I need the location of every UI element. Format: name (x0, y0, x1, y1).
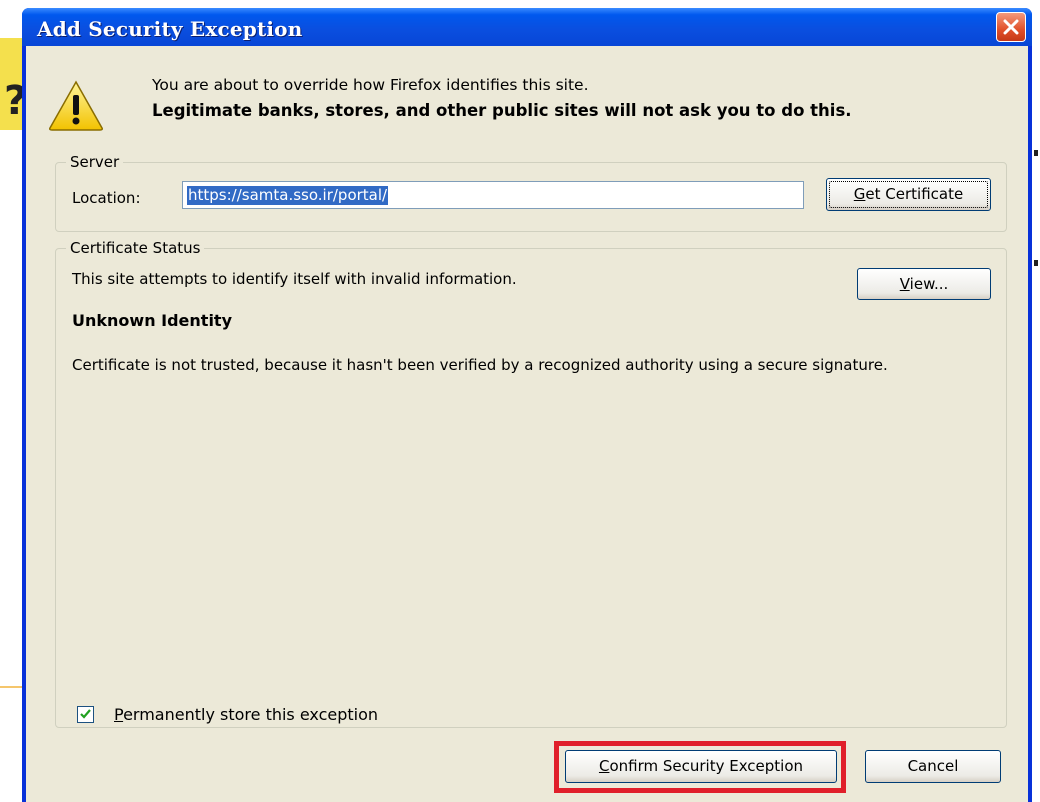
permanent-store-text: ermanently store this exception (123, 705, 379, 724)
certificate-status-group: Certificate Status This site attempts to… (55, 239, 1007, 728)
window-title: Add Security Exception (37, 17, 303, 41)
confirm-security-exception-button[interactable]: Confirm Security Exception (565, 750, 837, 783)
get-certificate-button[interactable]: Get Certificate (826, 178, 991, 211)
permanent-store-accesskey: P (114, 705, 124, 724)
view-accesskey: V (899, 275, 910, 293)
location-input[interactable]: https://samta.sso.ir/portal/ (182, 181, 804, 209)
background-mark (1034, 260, 1038, 266)
background-mark (1034, 150, 1038, 156)
location-value: https://samta.sso.ir/portal/ (187, 186, 389, 205)
certificate-status-legend: Certificate Status (66, 239, 205, 257)
focus-ring (829, 181, 988, 208)
confirm-accesskey: C (598, 757, 610, 775)
warning-emphasis: Legitimate banks, stores, and other publ… (152, 101, 852, 120)
warning-message: You are about to override how Firefox id… (152, 76, 589, 94)
confirm-label: onfirm Security Exception (609, 757, 804, 775)
close-button[interactable] (996, 12, 1026, 42)
title-bar[interactable]: Add Security Exception (22, 8, 1032, 46)
server-group: Server Location: https://samta.sso.ir/po… (55, 153, 1007, 232)
status-message: This site attempts to identify itself wi… (72, 270, 517, 288)
dialog-body: You are about to override how Firefox id… (26, 46, 1028, 802)
server-legend: Server (66, 153, 124, 171)
cancel-button[interactable]: Cancel (865, 750, 1001, 783)
permanent-store-checkbox[interactable] (77, 706, 94, 723)
identity-title: Unknown Identity (72, 311, 233, 330)
add-security-exception-dialog: Add Security Exception You are about to … (22, 8, 1032, 802)
view-button[interactable]: View... (857, 268, 991, 300)
location-label: Location: (72, 189, 141, 207)
certificate-description: Certificate is not trusted, because it h… (72, 356, 888, 374)
warning-icon (49, 80, 103, 131)
view-label: iew... (909, 275, 949, 293)
permanent-store-label[interactable]: Permanently store this exception (114, 705, 378, 724)
checkmark-icon (80, 709, 91, 719)
close-icon (1003, 19, 1019, 35)
